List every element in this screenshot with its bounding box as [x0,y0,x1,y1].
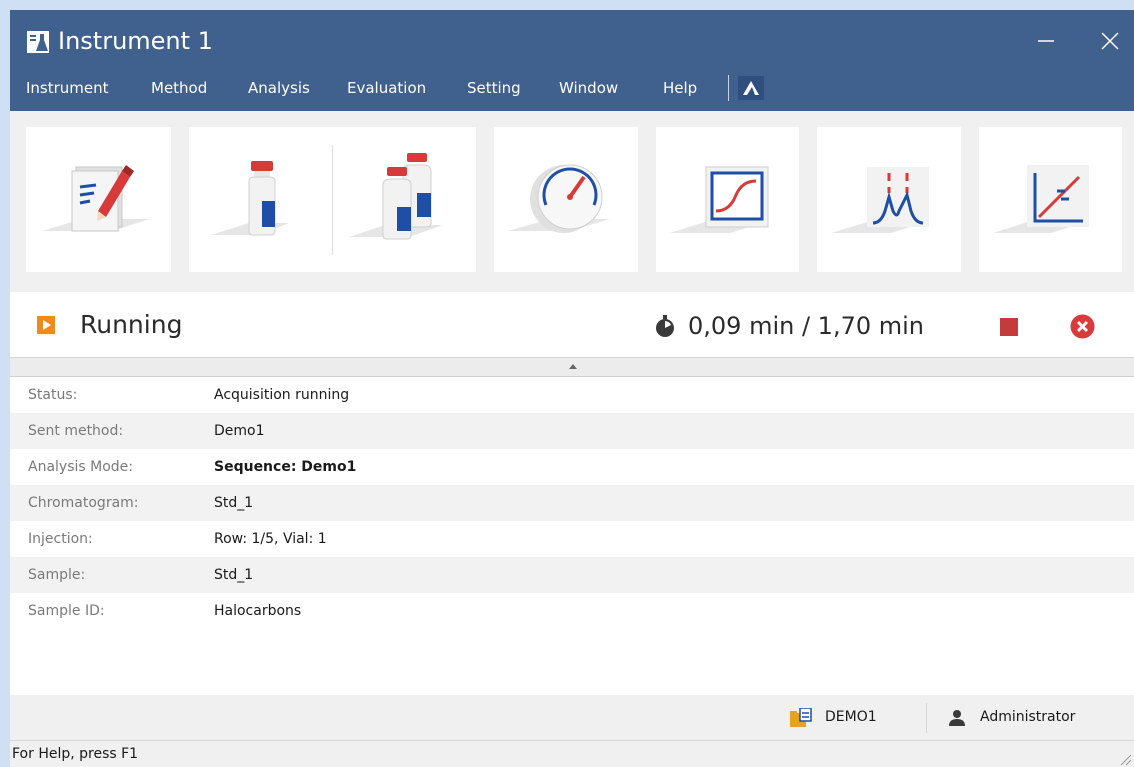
run-status-bar: Running 0,09 min / 1,70 min [10,292,1134,357]
menu-help[interactable]: Help [663,70,697,106]
title-bar: Instrument 1 Instrument Method Analysis … [10,10,1134,111]
help-hint: For Help, press F1 [12,746,139,762]
close-icon[interactable] [1090,24,1130,58]
detail-label: Status: [28,387,78,403]
minimize-icon[interactable] [1026,24,1066,58]
project-folder-icon [790,708,812,727]
data-acquisition-icon [670,166,769,233]
detail-row-analysis-mode: Analysis Mode: Sequence: Demo1 [10,449,1134,485]
detail-value: Sequence: Demo1 [214,459,357,475]
window-title: Instrument 1 [58,27,213,55]
method-edit-icon [42,165,150,232]
resize-grip-icon[interactable] [1118,752,1132,766]
project-name[interactable]: DEMO1 [825,695,877,740]
detail-row-status: Status: Acquisition running [10,377,1134,413]
menu-evaluation[interactable]: Evaluation [347,70,426,106]
detail-label: Chromatogram: [28,495,139,511]
detail-row-chromatogram: Chromatogram: Std_1 [10,485,1134,521]
user-name: Administrator [980,709,1076,725]
abort-icon[interactable] [1070,314,1095,339]
run-details-list: Status: Acquisition running Sent method:… [10,377,1134,629]
menu-separator [728,75,729,101]
chromatogram-button[interactable] [817,127,961,272]
stopwatch-icon [656,315,674,337]
detail-value: Row: 1/5, Vial: 1 [214,531,327,547]
app-flask-icon [27,31,49,53]
detail-label: Sample: [28,567,86,583]
detail-row-sent-method: Sent method: Demo1 [10,413,1134,449]
menu-instrument[interactable]: Instrument [26,70,109,106]
stop-icon[interactable] [998,316,1020,338]
sequence-run-icon [349,153,443,240]
project-user-bar: DEMO1 Administrator [10,695,1134,740]
toolbar [10,111,1134,292]
user-icon [949,710,965,726]
calibration-icon [993,165,1089,233]
details-collapse-toggle[interactable] [10,357,1134,377]
menu-setting[interactable]: Setting [467,70,521,106]
running-play-icon [37,316,55,334]
run-buttons-group [189,127,476,272]
single-run-button[interactable] [189,127,332,272]
detail-value: Halocarbons [214,603,302,619]
device-monitor-button[interactable] [494,127,638,272]
detail-row-sample: Sample: Std_1 [10,557,1134,593]
chromatogram-icon [831,167,929,233]
detail-label: Injection: [28,531,93,547]
device-monitor-icon [508,164,610,233]
run-state-label: Running [80,310,183,339]
info-separator [926,703,927,733]
menu-window[interactable]: Window [559,70,618,106]
menu-analysis[interactable]: Analysis [248,70,310,106]
method-edit-button[interactable] [26,127,171,272]
detail-value: Std_1 [214,495,254,511]
vendor-logo-icon[interactable] [738,76,764,100]
calibration-button[interactable] [979,127,1122,272]
detail-label: Sample ID: [28,603,105,619]
detail-row-injection: Injection: Row: 1/5, Vial: 1 [10,521,1134,557]
sequence-run-button[interactable] [333,127,476,272]
detail-label: Analysis Mode: [28,459,133,475]
help-status-bar: For Help, press F1 [10,740,1134,767]
detail-value: Demo1 [214,423,265,439]
detail-row-sample-id: Sample ID: Halocarbons [10,593,1134,629]
detail-value: Acquisition running [214,387,350,403]
single-run-icon [211,161,289,236]
menu-bar: Instrument Method Analysis Evaluation Se… [10,70,1134,106]
detail-label: Sent method: [28,423,124,439]
detail-value: Std_1 [214,567,254,583]
run-time-readout: 0,09 min / 1,70 min [688,312,924,340]
menu-method[interactable]: Method [151,70,207,106]
data-acquisition-button[interactable] [656,127,799,272]
collapse-up-icon [569,364,577,369]
instrument-window: Instrument 1 Instrument Method Analysis … [10,10,1134,767]
